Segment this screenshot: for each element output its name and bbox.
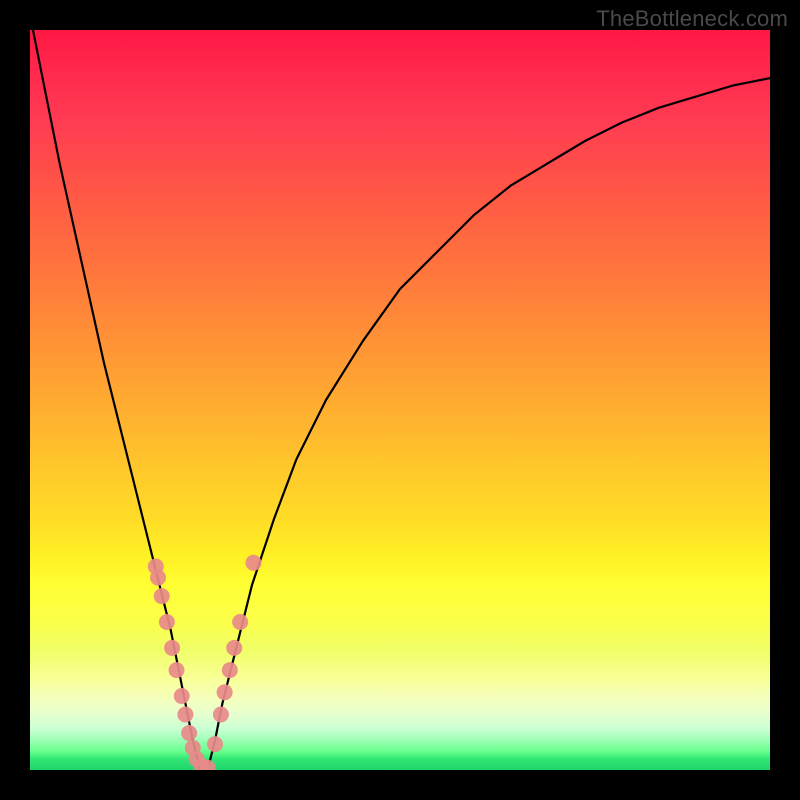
data-marker [159, 614, 175, 630]
data-marker [169, 662, 185, 678]
bottleneck-curve [30, 30, 770, 770]
data-marker [245, 555, 261, 571]
data-marker [164, 640, 180, 656]
data-marker [232, 614, 248, 630]
watermark-text: TheBottleneck.com [596, 6, 788, 32]
data-marker [217, 684, 233, 700]
data-marker [150, 570, 166, 586]
data-marker [177, 707, 193, 723]
plot-area [30, 30, 770, 770]
data-marker [226, 640, 242, 656]
data-marker [222, 662, 238, 678]
data-marker [213, 707, 229, 723]
data-marker [181, 725, 197, 741]
chart-svg [30, 30, 770, 770]
data-marker [174, 688, 190, 704]
chart-frame: TheBottleneck.com [0, 0, 800, 800]
data-marker [207, 736, 223, 752]
data-marker [154, 588, 170, 604]
